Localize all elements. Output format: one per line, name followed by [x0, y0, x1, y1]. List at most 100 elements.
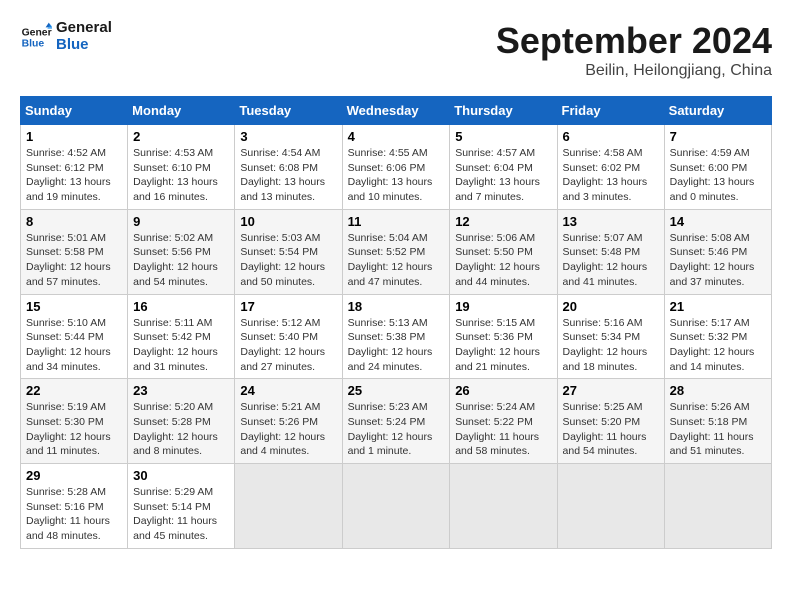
calendar-cell: 28 Sunrise: 5:26 AM Sunset: 5:18 PM Dayl… [664, 379, 771, 464]
calendar-cell [342, 464, 450, 549]
day-number: 28 [670, 383, 766, 398]
logo-icon: General Blue [20, 21, 52, 53]
day-number: 18 [348, 299, 445, 314]
calendar-cell: 30 Sunrise: 5:29 AM Sunset: 5:14 PM Dayl… [128, 464, 235, 549]
calendar-cell: 12 Sunrise: 5:06 AM Sunset: 5:50 PM Dayl… [450, 209, 557, 294]
day-info: Sunrise: 5:19 AM Sunset: 5:30 PM Dayligh… [26, 400, 122, 459]
calendar-cell: 20 Sunrise: 5:16 AM Sunset: 5:34 PM Dayl… [557, 294, 664, 379]
day-number: 1 [26, 129, 122, 144]
calendar-cell: 6 Sunrise: 4:58 AM Sunset: 6:02 PM Dayli… [557, 125, 664, 210]
day-number: 27 [563, 383, 659, 398]
calendar-table: SundayMondayTuesdayWednesdayThursdayFrid… [20, 96, 772, 549]
day-number: 30 [133, 468, 229, 483]
day-info: Sunrise: 5:12 AM Sunset: 5:40 PM Dayligh… [240, 316, 336, 375]
day-number: 21 [670, 299, 766, 314]
day-info: Sunrise: 5:02 AM Sunset: 5:56 PM Dayligh… [133, 231, 229, 290]
calendar-week-4: 22 Sunrise: 5:19 AM Sunset: 5:30 PM Dayl… [21, 379, 772, 464]
calendar-cell: 1 Sunrise: 4:52 AM Sunset: 6:12 PM Dayli… [21, 125, 128, 210]
logo: General Blue General Blue [20, 20, 112, 53]
day-number: 5 [455, 129, 551, 144]
calendar-cell [450, 464, 557, 549]
day-info: Sunrise: 5:06 AM Sunset: 5:50 PM Dayligh… [455, 231, 551, 290]
calendar-cell: 4 Sunrise: 4:55 AM Sunset: 6:06 PM Dayli… [342, 125, 450, 210]
header-thursday: Thursday [450, 97, 557, 125]
day-number: 3 [240, 129, 336, 144]
day-info: Sunrise: 4:52 AM Sunset: 6:12 PM Dayligh… [26, 146, 122, 205]
header-saturday: Saturday [664, 97, 771, 125]
day-info: Sunrise: 5:04 AM Sunset: 5:52 PM Dayligh… [348, 231, 445, 290]
calendar-cell: 24 Sunrise: 5:21 AM Sunset: 5:26 PM Dayl… [235, 379, 342, 464]
calendar-cell: 15 Sunrise: 5:10 AM Sunset: 5:44 PM Dayl… [21, 294, 128, 379]
calendar-cell [557, 464, 664, 549]
day-number: 8 [26, 214, 122, 229]
month-title: September 2024 [496, 20, 772, 62]
day-info: Sunrise: 5:26 AM Sunset: 5:18 PM Dayligh… [670, 400, 766, 459]
day-info: Sunrise: 4:53 AM Sunset: 6:10 PM Dayligh… [133, 146, 229, 205]
day-number: 29 [26, 468, 122, 483]
day-info: Sunrise: 5:21 AM Sunset: 5:26 PM Dayligh… [240, 400, 336, 459]
calendar-cell: 17 Sunrise: 5:12 AM Sunset: 5:40 PM Dayl… [235, 294, 342, 379]
day-number: 20 [563, 299, 659, 314]
calendar-cell: 5 Sunrise: 4:57 AM Sunset: 6:04 PM Dayli… [450, 125, 557, 210]
day-number: 14 [670, 214, 766, 229]
day-number: 26 [455, 383, 551, 398]
svg-text:General: General [22, 27, 52, 38]
calendar-cell: 18 Sunrise: 5:13 AM Sunset: 5:38 PM Dayl… [342, 294, 450, 379]
day-number: 6 [563, 129, 659, 144]
calendar-week-2: 8 Sunrise: 5:01 AM Sunset: 5:58 PM Dayli… [21, 209, 772, 294]
day-info: Sunrise: 4:59 AM Sunset: 6:00 PM Dayligh… [670, 146, 766, 205]
calendar-cell: 19 Sunrise: 5:15 AM Sunset: 5:36 PM Dayl… [450, 294, 557, 379]
day-number: 24 [240, 383, 336, 398]
day-info: Sunrise: 4:57 AM Sunset: 6:04 PM Dayligh… [455, 146, 551, 205]
calendar-week-1: 1 Sunrise: 4:52 AM Sunset: 6:12 PM Dayli… [21, 125, 772, 210]
header-sunday: Sunday [21, 97, 128, 125]
day-number: 11 [348, 214, 445, 229]
day-number: 4 [348, 129, 445, 144]
day-info: Sunrise: 5:24 AM Sunset: 5:22 PM Dayligh… [455, 400, 551, 459]
day-info: Sunrise: 4:54 AM Sunset: 6:08 PM Dayligh… [240, 146, 336, 205]
calendar-cell: 7 Sunrise: 4:59 AM Sunset: 6:00 PM Dayli… [664, 125, 771, 210]
day-info: Sunrise: 5:08 AM Sunset: 5:46 PM Dayligh… [670, 231, 766, 290]
day-number: 25 [348, 383, 445, 398]
day-info: Sunrise: 5:23 AM Sunset: 5:24 PM Dayligh… [348, 400, 445, 459]
calendar-cell: 25 Sunrise: 5:23 AM Sunset: 5:24 PM Dayl… [342, 379, 450, 464]
logo-line2: Blue [56, 37, 112, 54]
day-number: 22 [26, 383, 122, 398]
day-info: Sunrise: 5:17 AM Sunset: 5:32 PM Dayligh… [670, 316, 766, 375]
svg-text:Blue: Blue [22, 38, 45, 49]
day-info: Sunrise: 5:28 AM Sunset: 5:16 PM Dayligh… [26, 485, 122, 544]
logo-line1: General [56, 20, 112, 37]
calendar-cell: 11 Sunrise: 5:04 AM Sunset: 5:52 PM Dayl… [342, 209, 450, 294]
day-number: 2 [133, 129, 229, 144]
calendar-cell: 22 Sunrise: 5:19 AM Sunset: 5:30 PM Dayl… [21, 379, 128, 464]
calendar-cell: 29 Sunrise: 5:28 AM Sunset: 5:16 PM Dayl… [21, 464, 128, 549]
calendar-week-3: 15 Sunrise: 5:10 AM Sunset: 5:44 PM Dayl… [21, 294, 772, 379]
day-info: Sunrise: 5:16 AM Sunset: 5:34 PM Dayligh… [563, 316, 659, 375]
day-info: Sunrise: 5:13 AM Sunset: 5:38 PM Dayligh… [348, 316, 445, 375]
day-info: Sunrise: 5:11 AM Sunset: 5:42 PM Dayligh… [133, 316, 229, 375]
calendar-cell: 13 Sunrise: 5:07 AM Sunset: 5:48 PM Dayl… [557, 209, 664, 294]
calendar-cell: 14 Sunrise: 5:08 AM Sunset: 5:46 PM Dayl… [664, 209, 771, 294]
calendar-cell: 3 Sunrise: 4:54 AM Sunset: 6:08 PM Dayli… [235, 125, 342, 210]
calendar-cell: 8 Sunrise: 5:01 AM Sunset: 5:58 PM Dayli… [21, 209, 128, 294]
day-info: Sunrise: 5:07 AM Sunset: 5:48 PM Dayligh… [563, 231, 659, 290]
day-info: Sunrise: 5:25 AM Sunset: 5:20 PM Dayligh… [563, 400, 659, 459]
page-header: General Blue General Blue September 2024… [20, 20, 772, 80]
calendar-cell: 9 Sunrise: 5:02 AM Sunset: 5:56 PM Dayli… [128, 209, 235, 294]
calendar-cell: 21 Sunrise: 5:17 AM Sunset: 5:32 PM Dayl… [664, 294, 771, 379]
day-info: Sunrise: 5:15 AM Sunset: 5:36 PM Dayligh… [455, 316, 551, 375]
day-info: Sunrise: 5:10 AM Sunset: 5:44 PM Dayligh… [26, 316, 122, 375]
calendar-cell: 16 Sunrise: 5:11 AM Sunset: 5:42 PM Dayl… [128, 294, 235, 379]
day-number: 10 [240, 214, 336, 229]
calendar-cell: 23 Sunrise: 5:20 AM Sunset: 5:28 PM Dayl… [128, 379, 235, 464]
day-info: Sunrise: 4:55 AM Sunset: 6:06 PM Dayligh… [348, 146, 445, 205]
day-number: 15 [26, 299, 122, 314]
day-info: Sunrise: 5:29 AM Sunset: 5:14 PM Dayligh… [133, 485, 229, 544]
day-number: 12 [455, 214, 551, 229]
location-subtitle: Beilin, Heilongjiang, China [496, 62, 772, 80]
calendar-cell: 2 Sunrise: 4:53 AM Sunset: 6:10 PM Dayli… [128, 125, 235, 210]
calendar-cell: 26 Sunrise: 5:24 AM Sunset: 5:22 PM Dayl… [450, 379, 557, 464]
day-info: Sunrise: 5:03 AM Sunset: 5:54 PM Dayligh… [240, 231, 336, 290]
header-wednesday: Wednesday [342, 97, 450, 125]
calendar-cell: 10 Sunrise: 5:03 AM Sunset: 5:54 PM Dayl… [235, 209, 342, 294]
